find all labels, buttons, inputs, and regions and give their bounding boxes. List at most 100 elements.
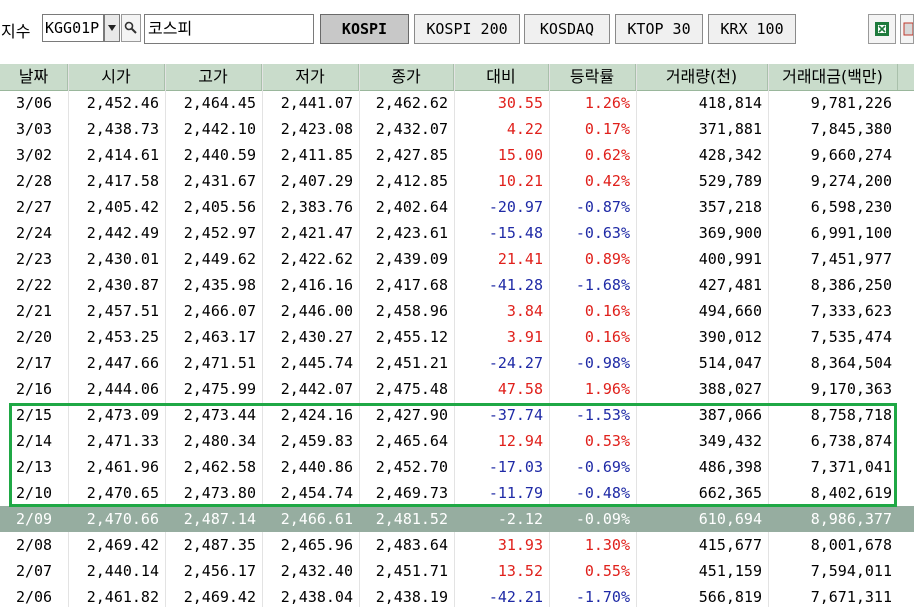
volume-cell: 529,789 <box>698 172 762 190</box>
change-cell: 30.55 <box>497 94 543 112</box>
date-cell: 2/27 <box>15 198 53 216</box>
date-cell: 2/08 <box>15 536 53 554</box>
open-cell: 2,440.14 <box>86 562 159 580</box>
table-row[interactable]: 2/23 2,430.01 2,449.62 2,422.62 2,439.09 21.4… <box>0 246 914 272</box>
table-row[interactable]: 2/27 2,405.42 2,405.56 2,383.76 2,402.64 -20.… <box>0 194 914 220</box>
table-row[interactable]: 2/07 2,440.14 2,456.17 2,432.40 2,451.71 13.5… <box>0 558 914 584</box>
header-low[interactable]: 저가 <box>262 64 359 90</box>
rate-cell: 0.16% <box>584 302 630 320</box>
low-cell: 2,438.04 <box>280 588 353 606</box>
header-date[interactable]: 날짜 <box>0 64 68 90</box>
header-volume[interactable]: 거래량(천) <box>636 64 768 90</box>
high-cell: 2,456.17 <box>183 562 256 580</box>
header-change[interactable]: 대비 <box>454 64 549 90</box>
table-row[interactable]: 2/21 2,457.51 2,466.07 2,446.00 2,458.96 3.84… <box>0 298 914 324</box>
close-cell: 2,438.19 <box>375 588 448 606</box>
ktop30-button[interactable]: KTOP 30 <box>615 14 703 44</box>
high-cell: 2,442.10 <box>183 120 256 138</box>
low-cell: 2,454.74 <box>280 484 353 502</box>
change-cell: 15.00 <box>497 146 543 164</box>
change-cell: 3.91 <box>506 328 543 346</box>
amount-cell: 9,660,274 <box>810 146 892 164</box>
change-cell: -41.28 <box>488 276 543 294</box>
rate-cell: 1.26% <box>584 94 630 112</box>
index-name-field[interactable]: 코스피 <box>144 14 314 44</box>
high-cell: 2,480.34 <box>183 432 256 450</box>
close-cell: 2,427.90 <box>375 406 448 424</box>
volume-cell: 514,047 <box>698 354 762 372</box>
kosdaq-button[interactable]: KOSDAQ <box>524 14 610 44</box>
low-cell: 2,442.07 <box>280 380 353 398</box>
amount-cell: 7,594,011 <box>810 562 892 580</box>
rate-cell: -1.70% <box>575 588 630 606</box>
high-cell: 2,405.56 <box>183 198 256 216</box>
table-row[interactable]: 2/15 2,473.09 2,473.44 2,424.16 2,427.90 -37.… <box>0 402 914 428</box>
change-cell: -20.97 <box>488 198 543 216</box>
change-cell: 10.21 <box>497 172 543 190</box>
change-cell: -11.79 <box>488 484 543 502</box>
low-cell: 2,465.96 <box>280 536 353 554</box>
volume-cell: 486,398 <box>698 458 762 476</box>
table-row[interactable]: 2/13 2,461.96 2,462.58 2,440.86 2,452.70 -17.… <box>0 454 914 480</box>
table-row[interactable]: 2/06 2,461.82 2,469.42 2,438.04 2,438.19 -42.… <box>0 584 914 610</box>
open-cell: 2,417.58 <box>86 172 159 190</box>
date-cell: 2/10 <box>15 484 53 502</box>
kospi-button[interactable]: KOSPI <box>320 14 409 44</box>
close-cell: 2,432.07 <box>375 120 448 138</box>
close-cell: 2,439.09 <box>375 250 448 268</box>
rate-cell: -0.09% <box>575 510 630 528</box>
header-close[interactable]: 종가 <box>359 64 454 90</box>
high-cell: 2,475.99 <box>183 380 256 398</box>
open-cell: 2,444.06 <box>86 380 159 398</box>
date-cell: 2/06 <box>15 588 53 606</box>
table-row[interactable]: 3/03 2,438.73 2,442.10 2,423.08 2,432.07 4.22… <box>0 116 914 142</box>
change-cell: 4.22 <box>506 120 543 138</box>
table-row[interactable]: 3/06 2,452.46 2,464.45 2,441.07 2,462.62 30.5… <box>0 90 914 116</box>
table-row[interactable]: 2/14 2,471.33 2,480.34 2,459.83 2,465.64 12.9… <box>0 428 914 454</box>
table-row[interactable]: 2/10 2,470.65 2,473.80 2,454.74 2,469.73 -11.… <box>0 480 914 506</box>
close-cell: 2,423.61 <box>375 224 448 242</box>
table-row[interactable]: 3/02 2,414.61 2,440.59 2,411.85 2,427.85 15.0… <box>0 142 914 168</box>
change-cell: 3.84 <box>506 302 543 320</box>
krx100-button[interactable]: KRX 100 <box>708 14 796 44</box>
kospi200-button[interactable]: KOSPI 200 <box>414 14 520 44</box>
low-cell: 2,421.47 <box>280 224 353 242</box>
export-button[interactable] <box>900 14 914 44</box>
volume-cell: 451,159 <box>698 562 762 580</box>
close-cell: 2,417.68 <box>375 276 448 294</box>
amount-cell: 8,402,619 <box>810 484 892 502</box>
table-row[interactable]: 2/28 2,417.58 2,431.67 2,407.29 2,412.85 10.2… <box>0 168 914 194</box>
table-row[interactable]: 2/17 2,447.66 2,471.51 2,445.74 2,451.21 -24.… <box>0 350 914 376</box>
rate-cell: 0.16% <box>584 328 630 346</box>
table-row[interactable]: 2/16 2,444.06 2,475.99 2,442.07 2,475.48 47.5… <box>0 376 914 402</box>
code-dropdown-button[interactable] <box>104 14 120 42</box>
high-cell: 2,449.62 <box>183 250 256 268</box>
index-code-input[interactable]: KGG01P <box>42 14 104 42</box>
excel-export-button[interactable] <box>868 14 896 44</box>
table-row[interactable]: 2/08 2,469.42 2,487.35 2,465.96 2,483.64 31.9… <box>0 532 914 558</box>
amount-cell: 8,364,504 <box>810 354 892 372</box>
table-row[interactable]: 2/22 2,430.87 2,435.98 2,416.16 2,417.68 -41.… <box>0 272 914 298</box>
header-open[interactable]: 시가 <box>68 64 165 90</box>
amount-cell: 9,170,363 <box>810 380 892 398</box>
code-search-button[interactable] <box>121 14 141 42</box>
change-cell: 13.52 <box>497 562 543 580</box>
low-cell: 2,446.00 <box>280 302 353 320</box>
low-cell: 2,411.85 <box>280 146 353 164</box>
table-row[interactable]: 2/09 2,470.66 2,487.14 2,466.61 2,481.52 -2.1… <box>0 506 914 532</box>
open-cell: 2,469.42 <box>86 536 159 554</box>
table-row[interactable]: 2/20 2,453.25 2,463.17 2,430.27 2,455.12 3.91… <box>0 324 914 350</box>
low-cell: 2,440.86 <box>280 458 353 476</box>
volume-cell: 610,694 <box>698 510 762 528</box>
date-cell: 2/07 <box>15 562 53 580</box>
table-row[interactable]: 2/24 2,442.49 2,452.97 2,421.47 2,423.61 -15.… <box>0 220 914 246</box>
date-cell: 2/21 <box>15 302 53 320</box>
header-amount[interactable]: 거래대금(백만) <box>768 64 898 90</box>
date-cell: 3/03 <box>15 120 53 138</box>
header-high[interactable]: 고가 <box>165 64 262 90</box>
export-icon <box>903 22 914 36</box>
header-rate[interactable]: 등락률 <box>549 64 636 90</box>
open-cell: 2,461.82 <box>86 588 159 606</box>
open-cell: 2,470.66 <box>86 510 159 528</box>
date-cell: 2/14 <box>15 432 53 450</box>
